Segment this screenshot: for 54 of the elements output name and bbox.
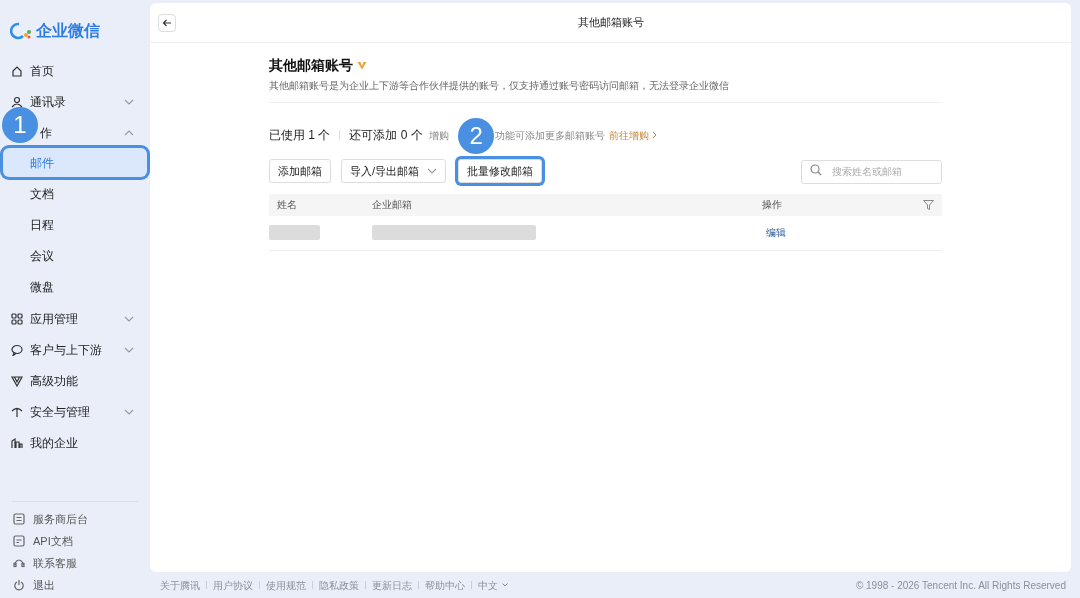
column-header: 操作 [762,198,783,212]
nav-item[interactable]: 我的企业 [30,433,78,452]
arrow-left-icon [162,18,172,27]
footer-nav-link[interactable]: 服务商后台 [0,508,150,530]
brand-logo-icon [10,22,32,40]
building-icon [11,436,23,449]
footer-nav-link[interactable]: API文档 [0,530,150,552]
nav-item[interactable]: 作 [40,123,52,142]
section-title: 其他邮箱账号 [269,56,353,75]
chevron-down-icon [502,583,508,587]
grid-icon [11,312,23,325]
panel-icon [13,513,25,525]
remaining-count: 还可添加 0 个 [349,127,423,144]
nav-item[interactable]: 应用管理 [30,309,78,328]
person-icon [11,95,23,108]
section-description: 其他邮箱账号是为企业上下游等合作伙伴提供的账号，仅支持通过账号密码访问邮箱，无法登录企业微信 [269,78,942,103]
umbrella-icon [11,405,23,418]
filter-icon [923,199,934,210]
toolbar-button[interactable]: 批量修改邮箱 [458,158,543,183]
footer-nav-link[interactable]: 联系客服 [0,552,150,574]
nav-item[interactable]: 首页 [30,61,54,80]
hint-text: 增购 [428,128,449,143]
nav-subitem[interactable]: 日程 [3,210,147,239]
step-number-badge: 1 [2,107,38,143]
headset-icon [13,557,25,569]
search-field[interactable]: 搜索姓名或邮箱 [801,159,942,184]
document-icon [13,535,25,547]
nav-subitem[interactable]: 文档 [3,179,147,208]
back-button[interactable] [158,13,176,32]
search-icon [810,164,822,176]
v-badge-icon [357,61,367,70]
chat-bubble-icon [11,343,23,356]
chevron-right-icon [651,131,657,139]
nav-item[interactable]: 高级功能 [30,371,78,390]
toolbar-button[interactable]: 导入/导出邮箱 [341,158,447,183]
step-number-badge: 2 [458,117,495,154]
footer-nav-link[interactable]: 退出 [0,574,150,596]
power-icon [13,579,25,591]
page-title: 其他邮箱账号 [577,15,644,31]
column-header: 企业邮箱 [372,198,413,212]
used-count: 已使用 1 个 [269,127,331,144]
nav-subitem[interactable]: 微盘 [3,272,147,301]
nav-subitem[interactable]: 会议 [3,241,147,270]
column-header: 姓名 [277,198,298,212]
copyright-text: © 1998 - 2026 Tencent Inc. All Rights Reserved [855,578,1067,593]
home-icon [11,64,23,77]
nav-subitem[interactable]: 邮件 [3,148,147,177]
v-shape-icon [11,374,23,387]
nav-item[interactable]: 安全与管理 [30,402,90,421]
nav-item[interactable]: 客户与上下游 [30,340,102,359]
edit-link[interactable]: 编辑 [766,225,786,240]
hint-text: 功能可添加更多邮箱账号 [494,128,605,143]
brand-name: 企业微信 [36,21,100,41]
toolbar-button[interactable]: 添加邮箱 [269,158,331,183]
